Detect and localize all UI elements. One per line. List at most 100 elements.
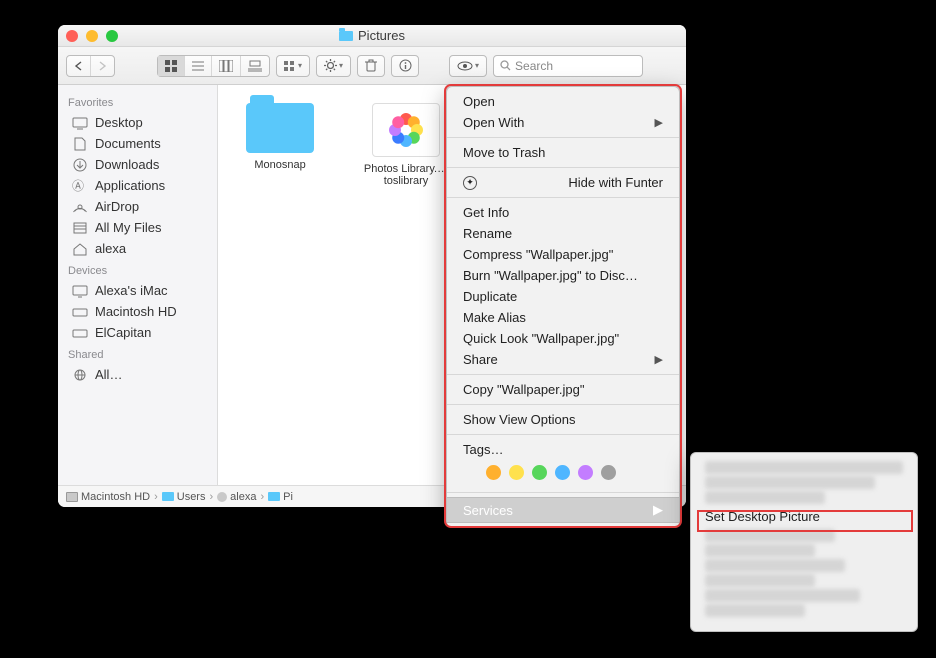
column-view-button[interactable] (212, 56, 241, 76)
submenu-item-blurred[interactable] (705, 544, 815, 557)
action-button[interactable]: ▾ (316, 55, 351, 77)
submenu-item-blurred[interactable] (705, 574, 815, 587)
sidebar-item-home[interactable]: alexa (58, 238, 217, 259)
sidebar-item-imac[interactable]: Alexa's iMac (58, 280, 217, 301)
downloads-icon (72, 158, 88, 172)
window-title: Pictures (58, 28, 686, 43)
menu-item-compress[interactable]: Compress "Wallpaper.jpg" (447, 244, 679, 265)
tag-orange[interactable] (486, 465, 501, 480)
menu-item-open[interactable]: Open (447, 91, 679, 112)
submenu-item-set-desktop-picture[interactable]: Set Desktop Picture (691, 506, 917, 527)
preview-button[interactable]: ▾ (449, 55, 487, 77)
trash-button[interactable] (357, 55, 385, 77)
back-button[interactable] (67, 56, 91, 76)
sidebar-section-favorites: Favorites (58, 91, 217, 112)
search-field[interactable]: Search (493, 55, 643, 77)
submenu-arrow-icon: ▶ (655, 353, 663, 366)
sidebar-item-allmyfiles[interactable]: All My Files (58, 217, 217, 238)
submenu-item-blurred[interactable] (705, 491, 825, 504)
tag-gray[interactable] (601, 465, 616, 480)
icon-view-button[interactable] (158, 56, 185, 76)
menu-item-services[interactable]: Services▶ (447, 497, 679, 523)
menu-item-open-with[interactable]: Open With▶ (447, 112, 679, 133)
tag-yellow[interactable] (509, 465, 524, 480)
submenu-item-blurred[interactable] (705, 529, 835, 542)
menu-separator (447, 197, 679, 198)
zoom-window-button[interactable] (106, 30, 118, 42)
services-submenu: Set Desktop Picture (690, 452, 918, 632)
documents-icon (72, 137, 88, 151)
submenu-arrow-icon: ▶ (655, 116, 663, 129)
menu-item-get-info[interactable]: Get Info (447, 202, 679, 223)
pathbar-crumb[interactable]: Pi (268, 491, 293, 503)
gear-icon (324, 59, 337, 72)
submenu-item-blurred[interactable] (705, 476, 875, 489)
menu-item-duplicate[interactable]: Duplicate (447, 286, 679, 307)
submenu-item-blurred[interactable] (705, 604, 805, 617)
sidebar-section-devices: Devices (58, 259, 217, 280)
menu-item-quick-look[interactable]: Quick Look "Wallpaper.jpg" (447, 328, 679, 349)
arrange-button[interactable]: ▾ (276, 55, 310, 77)
coverflow-view-button[interactable] (241, 56, 269, 76)
submenu-item-blurred[interactable] (705, 461, 903, 474)
sidebar-item-airdrop[interactable]: AirDrop (58, 196, 217, 217)
traffic-lights (66, 30, 118, 42)
tag-red[interactable] (463, 465, 478, 480)
sidebar-item-elcapitan[interactable]: ElCapitan (58, 322, 217, 343)
file-label: Monosnap (254, 159, 305, 171)
pathbar-crumb[interactable]: Macintosh HD (66, 491, 150, 503)
search-placeholder: Search (515, 59, 553, 73)
eye-icon (457, 61, 473, 71)
sidebar-section-shared: Shared (58, 343, 217, 364)
menu-item-hide-with-funter[interactable]: ✦Hide with Funter (447, 172, 679, 193)
forward-button[interactable] (91, 56, 114, 76)
sidebar-item-macintoshhd[interactable]: Macintosh HD (58, 301, 217, 322)
menu-item-make-alias[interactable]: Make Alias (447, 307, 679, 328)
sidebar-item-documents[interactable]: Documents (58, 133, 217, 154)
submenu-item-blurred[interactable] (705, 589, 860, 602)
close-window-button[interactable] (66, 30, 78, 42)
search-icon (500, 60, 511, 71)
toolbar: ▾ ▾ ▾ Search (58, 47, 686, 85)
titlebar: Pictures (58, 25, 686, 47)
airdrop-icon (72, 200, 88, 214)
menu-item-move-to-trash[interactable]: Move to Trash (447, 142, 679, 163)
tag-purple[interactable] (578, 465, 593, 480)
tag-blue[interactable] (555, 465, 570, 480)
submenu-item-blurred[interactable] (705, 559, 845, 572)
get-info-button[interactable] (391, 55, 419, 77)
menu-separator (447, 404, 679, 405)
sidebar-item-all-shared[interactable]: All… (58, 364, 217, 385)
photoslibrary-icon (372, 103, 440, 157)
menu-separator (447, 374, 679, 375)
sidebar-item-applications[interactable]: ⒶApplications (58, 175, 217, 196)
tag-color-row (447, 460, 679, 488)
pathbar-crumb[interactable]: alexa (217, 491, 256, 503)
chevron-right-icon: › (260, 491, 264, 503)
view-switcher (157, 55, 270, 77)
menu-item-rename[interactable]: Rename (447, 223, 679, 244)
menu-separator (447, 492, 679, 493)
allmyfiles-icon (72, 221, 88, 235)
submenu-arrow-icon: ▶ (653, 502, 663, 518)
menu-item-share[interactable]: Share▶ (447, 349, 679, 370)
chevron-right-icon: › (209, 491, 213, 503)
menu-item-tags-label: Tags… (447, 439, 679, 460)
funter-icon: ✦ (463, 176, 477, 190)
menu-item-burn[interactable]: Burn "Wallpaper.jpg" to Disc… (447, 265, 679, 286)
svg-text:Ⓐ: Ⓐ (72, 179, 84, 193)
context-menu: Open Open With▶ Move to Trash ✦Hide with… (446, 86, 680, 528)
minimize-window-button[interactable] (86, 30, 98, 42)
folder-icon (162, 492, 174, 501)
folder-icon (246, 103, 314, 153)
sidebar-item-desktop[interactable]: Desktop (58, 112, 217, 133)
menu-item-copy[interactable]: Copy "Wallpaper.jpg" (447, 379, 679, 400)
file-item-monosnap[interactable]: Monosnap (232, 103, 328, 171)
file-item-photoslibrary[interactable]: Photos Library.…toslibrary (358, 103, 454, 187)
menu-item-view-options[interactable]: Show View Options (447, 409, 679, 430)
pathbar-crumb[interactable]: Users (162, 491, 206, 503)
list-view-button[interactable] (185, 56, 212, 76)
sidebar-item-downloads[interactable]: Downloads (58, 154, 217, 175)
tag-green[interactable] (532, 465, 547, 480)
folder-icon (268, 492, 280, 501)
